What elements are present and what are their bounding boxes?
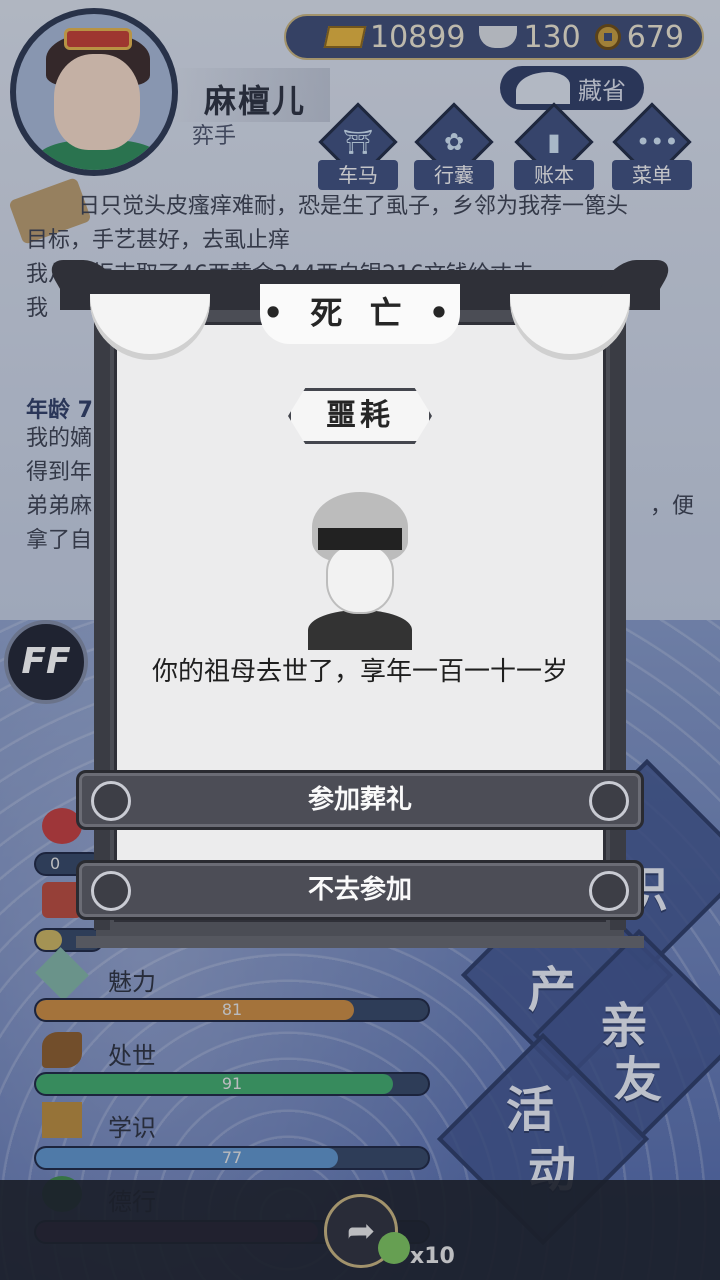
ornament-icon xyxy=(589,781,629,821)
dialog-title: • 死 亡 • xyxy=(260,284,460,344)
skip-funeral-label: 不去参加 xyxy=(307,875,412,905)
death-dialog: • 死 亡 • 噩耗 你的祖母去世了，享年一百一十一岁 参加葬礼 不去参加 xyxy=(60,270,660,950)
dialog-subtitle: 噩耗 xyxy=(288,388,432,444)
ornament-icon xyxy=(589,871,629,911)
dialog-pillar-right xyxy=(610,310,626,930)
portrait-face xyxy=(326,544,394,614)
ornament-icon xyxy=(91,781,131,821)
attend-funeral-button[interactable]: 参加葬礼 xyxy=(76,770,644,830)
attend-funeral-label: 参加葬礼 xyxy=(307,785,412,815)
portrait-headband xyxy=(318,528,402,550)
dialog-pillar-left xyxy=(94,310,110,930)
grandmother-portrait xyxy=(308,492,412,650)
ornament-icon xyxy=(91,871,131,911)
skip-funeral-button[interactable]: 不去参加 xyxy=(76,860,644,920)
portrait-robe xyxy=(308,610,412,650)
death-message: 你的祖母去世了，享年一百一十一岁 xyxy=(151,657,568,687)
dialog-bottom-rail xyxy=(76,936,644,948)
